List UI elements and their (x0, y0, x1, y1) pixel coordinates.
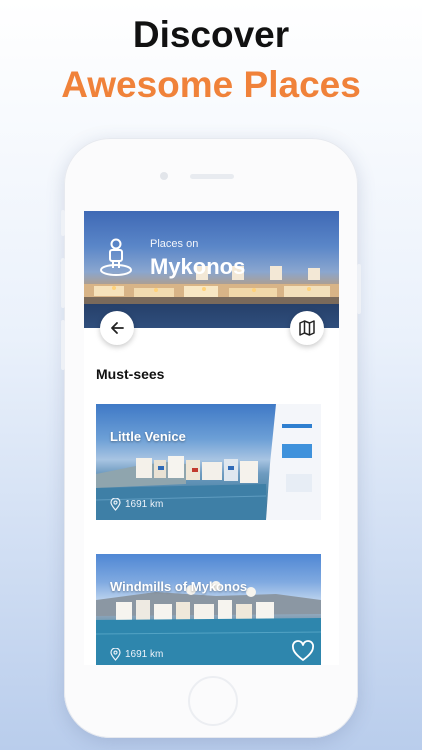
phone-camera (160, 172, 168, 180)
section-title: Must-sees (96, 366, 165, 382)
header-image: Places on Mykonos (84, 211, 339, 328)
map-icon (299, 320, 315, 336)
phone-home-button (188, 676, 238, 726)
location-person-icon (100, 238, 132, 276)
hero-title-line1: Discover (132, 14, 290, 55)
hero-title-line2: Awesome Places (61, 64, 361, 105)
heart-icon[interactable] (291, 640, 315, 662)
phone-side-button (357, 264, 361, 314)
place-distance: 1691 km (110, 648, 163, 661)
place-name: Little Venice (110, 429, 186, 444)
place-card-windmills-of-mykonos[interactable]: Windmills of Mykonos 1691 km (96, 554, 321, 665)
back-button[interactable] (100, 311, 134, 345)
place-card-little-venice[interactable]: Little Venice 1691 km (96, 404, 321, 520)
header-subtitle: Places on (150, 238, 199, 250)
phone-side-button (61, 320, 65, 370)
phone-earpiece (190, 174, 234, 179)
place-name: Windmills of Mykonos (110, 579, 248, 594)
distance-text: 1691 km (125, 499, 164, 510)
location-pin-icon (110, 648, 121, 661)
location-pin-icon (110, 498, 121, 511)
phone-side-button (61, 210, 65, 236)
phone-side-button (61, 258, 65, 308)
app-screen: Places on Mykonos Must-sees Little Venic… (84, 211, 339, 665)
map-button[interactable] (290, 311, 324, 345)
arrow-left-icon (111, 322, 124, 334)
distance-text: 1691 km (125, 649, 164, 660)
place-distance: 1691 km (110, 498, 163, 511)
header-title: Mykonos (150, 254, 246, 279)
